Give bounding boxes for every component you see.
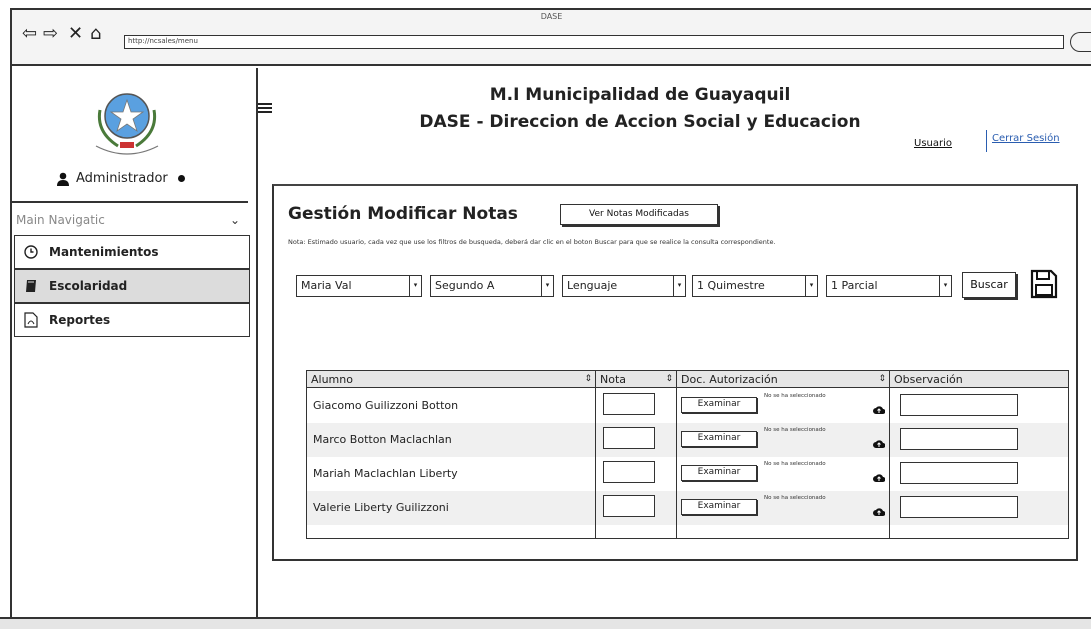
- sidebar-item-escolaridad[interactable]: Escolaridad: [14, 269, 250, 303]
- parcial-select[interactable]: 1 Parcial ▾: [826, 275, 952, 297]
- link-separator: [986, 130, 987, 152]
- observation-input[interactable]: [900, 394, 1018, 416]
- chevron-down-icon: ▾: [673, 276, 685, 296]
- table-row: Mariah Maclachlan Liberty Examinar No se…: [307, 457, 1068, 491]
- close-icon[interactable]: ✕: [68, 24, 83, 44]
- panel-title: Gestión Modificar Notas: [288, 204, 518, 224]
- sort-icon: ⇕: [878, 374, 886, 384]
- save-icon[interactable]: [1030, 269, 1058, 299]
- book-icon: [23, 278, 39, 294]
- no-file-text: No se ha seleccionado: [764, 393, 826, 399]
- quimestre-select[interactable]: 1 Quimestre ▾: [692, 275, 818, 297]
- status-dot-icon: [177, 175, 185, 182]
- column-divider: [676, 371, 677, 538]
- main-navigation-select[interactable]: Main Navigatic ⌄: [14, 209, 246, 231]
- browser-titlebar: DASE ⇦ ⇨ ✕ ⌂ http://ncsales/menu: [12, 10, 1091, 66]
- sidebar: Administrador Main Navigatic ⌄ Mantenimi…: [12, 68, 258, 629]
- column-divider: [595, 371, 596, 538]
- grades-table: Alumno ⇕ Nota ⇕ Doc. Autorización ⇕ Observa…: [306, 370, 1069, 539]
- user-indicator: Administrador: [56, 171, 185, 186]
- sidebar-item-label: Mantenimientos: [49, 245, 159, 259]
- main-navigation-label: Main Navigatic: [16, 213, 105, 227]
- chevron-down-icon: ▾: [805, 276, 817, 296]
- observation-input[interactable]: [900, 462, 1018, 484]
- hamburger-menu-icon[interactable]: [258, 103, 272, 115]
- table-row: Marco Botton Maclachlan Examinar No se h…: [307, 423, 1068, 457]
- sidebar-item-reportes[interactable]: Reportes: [14, 303, 250, 337]
- no-file-text: No se ha seleccionado: [764, 461, 826, 467]
- student-name: Valerie Liberty Guilizzoni: [313, 501, 449, 514]
- sidebar-divider: [12, 201, 248, 203]
- sidebar-item-label: Escolaridad: [49, 279, 128, 293]
- column-header-nota[interactable]: Nota ⇕: [596, 371, 676, 388]
- column-header-observacion[interactable]: Observación: [890, 371, 1068, 388]
- table-row: Valerie Liberty Guilizzoni Examinar No s…: [307, 491, 1068, 525]
- column-divider: [889, 371, 890, 538]
- grade-input[interactable]: [603, 461, 655, 483]
- search-button[interactable]: Buscar: [962, 272, 1016, 298]
- emblem-logo: [95, 93, 159, 155]
- column-header-doc[interactable]: Doc. Autorización ⇕: [677, 371, 889, 388]
- course-select[interactable]: Segundo A ▾: [430, 275, 554, 297]
- grade-input[interactable]: [603, 495, 655, 517]
- page-title: M.I Municipalidad de Guayaquil: [489, 85, 791, 105]
- search-box-end[interactable]: [1070, 32, 1091, 52]
- logout-link[interactable]: Cerrar Sesión: [992, 133, 1060, 144]
- examine-button[interactable]: Examinar: [681, 499, 757, 515]
- examine-button[interactable]: Examinar: [681, 465, 757, 481]
- sidebar-item-label: Reportes: [49, 313, 111, 327]
- subject-select-value: Lenguaje: [567, 279, 618, 292]
- grades-panel: Gestión Modificar Notas Ver Notas Modifi…: [272, 184, 1078, 561]
- chevron-down-icon: ⌄: [229, 213, 240, 227]
- cloud-upload-icon[interactable]: [873, 438, 885, 450]
- student-name: Mariah Maclachlan Liberty: [313, 467, 458, 480]
- address-bar[interactable]: http://ncsales/menu: [124, 35, 1064, 49]
- user-link[interactable]: Usuario: [914, 138, 952, 149]
- sort-icon: ⇕: [584, 374, 592, 384]
- chevron-down-icon: ▾: [939, 276, 951, 296]
- clock-icon: [23, 244, 39, 260]
- table-row: Giacomo Guilizzoni Botton Examinar No se…: [307, 389, 1068, 423]
- course-select-value: Segundo A: [435, 279, 495, 292]
- pdf-icon: [23, 312, 39, 328]
- home-icon[interactable]: ⌂: [90, 24, 101, 44]
- observation-input[interactable]: [900, 428, 1018, 450]
- column-header-alumno[interactable]: Alumno ⇕: [307, 371, 595, 388]
- teacher-select[interactable]: Maria Val ▾: [296, 275, 422, 297]
- observation-input[interactable]: [900, 496, 1018, 518]
- cloud-upload-icon[interactable]: [873, 472, 885, 484]
- examine-button[interactable]: Examinar: [681, 431, 757, 447]
- forward-icon[interactable]: ⇨: [43, 24, 58, 44]
- sort-icon: ⇕: [665, 374, 673, 384]
- status-bar: [0, 617, 1091, 629]
- chevron-down-icon: ▾: [541, 276, 553, 296]
- quimestre-select-value: 1 Quimestre: [697, 279, 765, 292]
- no-file-text: No se ha seleccionado: [764, 495, 826, 501]
- grade-input[interactable]: [603, 427, 655, 449]
- student-name: Marco Botton Maclachlan: [313, 433, 452, 446]
- cloud-upload-icon[interactable]: [873, 404, 885, 416]
- user-name: Administrador: [76, 171, 168, 186]
- subject-select[interactable]: Lenguaje ▾: [562, 275, 686, 297]
- student-name: Giacomo Guilizzoni Botton: [313, 399, 459, 412]
- user-icon: [57, 172, 69, 186]
- parcial-select-value: 1 Parcial: [831, 279, 878, 292]
- examine-button[interactable]: Examinar: [681, 397, 757, 413]
- chevron-down-icon: ▾: [409, 276, 421, 296]
- grade-input[interactable]: [603, 393, 655, 415]
- search-instructions-note: Nota: Estimado usuario, cada vez que use…: [288, 238, 776, 246]
- teacher-select-value: Maria Val: [301, 279, 352, 292]
- sidebar-item-mantenimientos[interactable]: Mantenimientos: [14, 235, 250, 269]
- page-subtitle: DASE - Direccion de Accion Social y Educ…: [419, 112, 861, 132]
- view-modified-grades-button[interactable]: Ver Notas Modificadas: [560, 204, 718, 225]
- window-title: DASE: [540, 12, 563, 21]
- back-icon[interactable]: ⇦: [22, 24, 37, 44]
- no-file-text: No se ha seleccionado: [764, 427, 826, 433]
- cloud-upload-icon[interactable]: [873, 506, 885, 518]
